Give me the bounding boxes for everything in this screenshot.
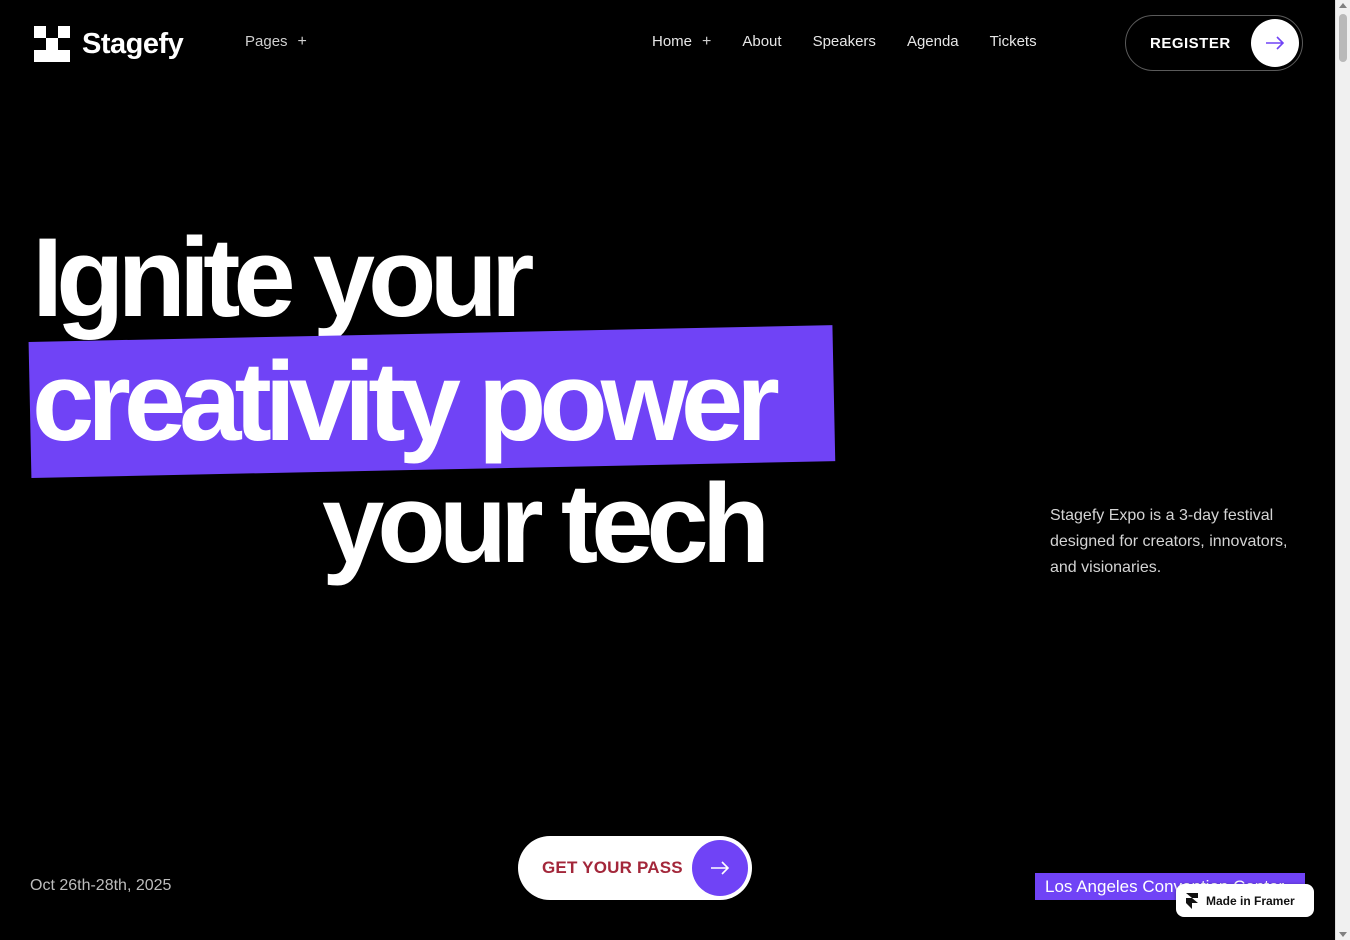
scroll-up-icon[interactable] (1339, 3, 1347, 8)
hero-heading-line-2: creativity power (32, 339, 780, 464)
hero-heading-line-1: Ignite your (32, 215, 534, 340)
page: Stagefy Pages + Home + About Speakers Ag… (0, 0, 1335, 940)
hero-section: Ignite your creativity power your tech S… (0, 0, 1335, 940)
scroll-down-icon[interactable] (1339, 932, 1347, 937)
get-pass-button[interactable]: GET YOUR PASS (518, 836, 752, 900)
made-in-framer-badge[interactable]: Made in Framer (1176, 884, 1314, 917)
hero-heading-line-3: your tech (322, 461, 770, 586)
vertical-scrollbar[interactable] (1335, 0, 1350, 940)
framer-icon (1186, 892, 1198, 909)
arrow-right-icon (692, 840, 748, 896)
event-date: Oct 26th-28th, 2025 (30, 877, 172, 894)
hero-description: Stagefy Expo is a 3-day festival designe… (1050, 507, 1288, 576)
framer-badge-label: Made in Framer (1206, 893, 1295, 908)
scroll-thumb[interactable] (1339, 14, 1347, 62)
get-pass-label: GET YOUR PASS (542, 858, 683, 877)
